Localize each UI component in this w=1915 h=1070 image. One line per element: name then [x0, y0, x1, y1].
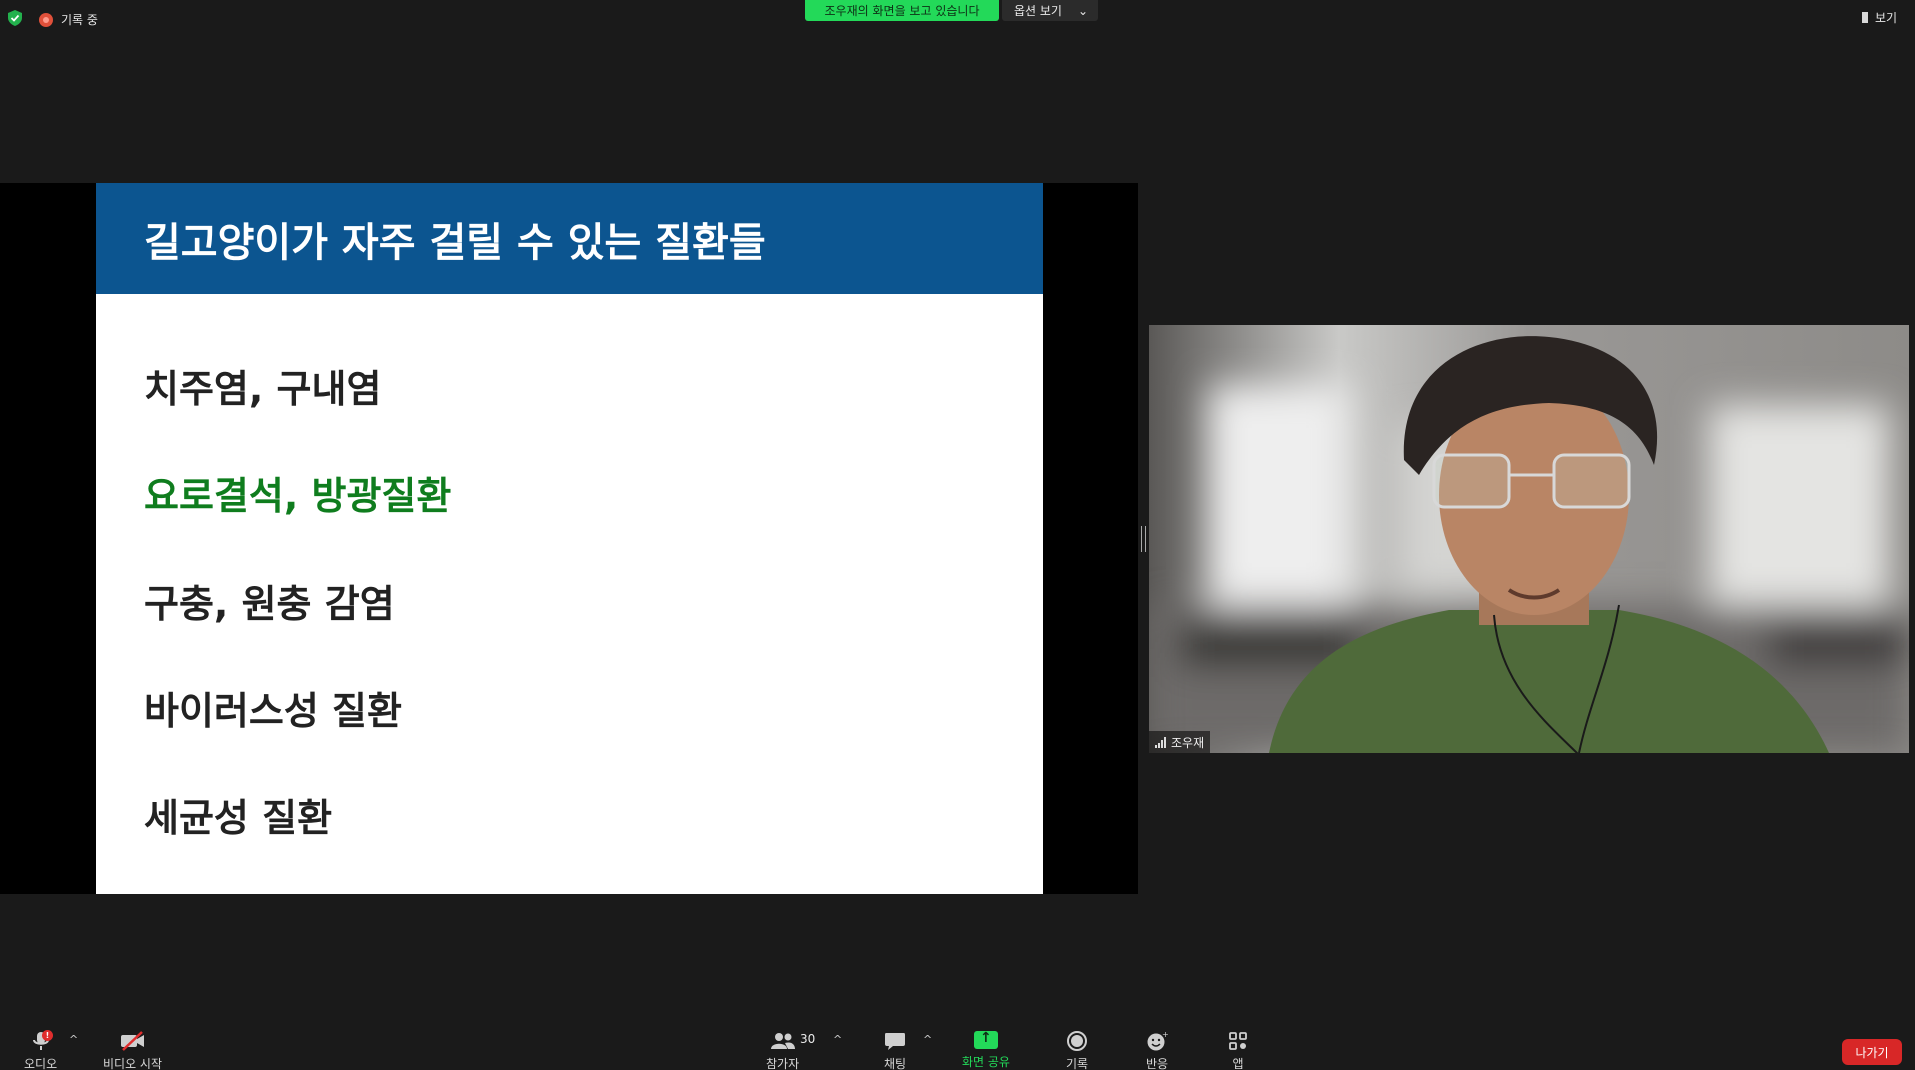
resize-splitter[interactable] — [1141, 526, 1146, 552]
participant-video-image — [1149, 325, 1909, 753]
leave-button[interactable]: 나가기 — [1842, 1039, 1902, 1065]
reactions-button[interactable]: + 반응 — [1146, 1031, 1168, 1070]
people-icon — [770, 1033, 795, 1049]
chat-label: 채팅 — [884, 1057, 907, 1070]
participant-name: 조우재 — [1171, 735, 1205, 750]
slide-item: 치주염, 구내염 — [144, 367, 382, 411]
top-bar: 기록 중 조우재의 화면을 보고 있습니다 옵션 보기 ⌄ 보기 — [0, 0, 1915, 36]
recording-label: 기록 중 — [61, 13, 98, 27]
participants-label: 참가자 — [766, 1057, 800, 1070]
view-options-label: 옵션 보기 — [1014, 4, 1062, 18]
view-label: 보기 — [1875, 11, 1898, 25]
shared-screen: 길고양이가 자주 걸릴 수 있는 질환들 치주염, 구내염 요로결석, 방광질환… — [0, 183, 1138, 894]
presentation-slide: 길고양이가 자주 걸릴 수 있는 질환들 치주염, 구내염 요로결석, 방광질환… — [96, 183, 1043, 894]
slide-item: 구충, 원충 감염 — [144, 582, 395, 626]
record-icon — [1067, 1031, 1088, 1051]
apps-button[interactable]: 앱 — [1228, 1031, 1248, 1070]
signal-strength-icon — [1155, 736, 1166, 748]
emoji-plus-icon: + — [1147, 1031, 1168, 1051]
meeting-window: 기록 중 조우재의 화면을 보고 있습니다 옵션 보기 ⌄ 보기 길고양이가 자… — [0, 0, 1915, 1070]
chevron-down-icon: ⌄ — [1077, 3, 1089, 18]
participants-options-caret[interactable]: ^ — [833, 1033, 842, 1046]
participant-video[interactable] — [1149, 325, 1909, 753]
audio-options-caret[interactable]: ^ — [69, 1033, 78, 1046]
audio-label: 오디오 — [24, 1057, 58, 1070]
record-label: 기록 — [1066, 1057, 1089, 1070]
slide-item: 바이러스성 질환 — [144, 689, 402, 733]
slide-title: 길고양이가 자주 걸릴 수 있는 질환들 — [96, 183, 1043, 294]
audio-warning-badge: ! — [42, 1030, 53, 1041]
start-video-button[interactable]: 비디오 시작 — [103, 1031, 162, 1070]
share-screen-label: 화면 공유 — [962, 1055, 1010, 1069]
chat-bubble-icon — [885, 1033, 906, 1050]
layout-icon — [1862, 12, 1870, 23]
participants-button[interactable]: 참가자 — [766, 1031, 799, 1070]
reactions-label: 반응 — [1146, 1057, 1169, 1070]
recording-indicator[interactable]: 기록 중 — [39, 11, 98, 28]
view-options-button[interactable]: 옵션 보기 ⌄ — [1002, 0, 1098, 21]
slide-item-highlighted: 요로결석, 방광질환 — [144, 474, 452, 518]
start-video-label: 비디오 시작 — [103, 1057, 163, 1070]
video-off-icon — [120, 1031, 144, 1051]
view-button[interactable]: 보기 — [1862, 9, 1897, 26]
chat-button[interactable]: 채팅 — [884, 1031, 906, 1070]
svg-text:+: + — [1162, 1031, 1168, 1039]
chat-options-caret[interactable]: ^ — [923, 1033, 932, 1046]
record-dot-icon — [39, 12, 53, 27]
share-screen-icon — [973, 1030, 998, 1049]
apps-icon — [1229, 1032, 1247, 1050]
slide-item: 세균성 질환 — [144, 796, 333, 840]
record-button[interactable]: 기록 — [1066, 1031, 1088, 1070]
apps-label: 앱 — [1232, 1057, 1244, 1070]
share-screen-button[interactable]: 화면 공유 — [962, 1030, 1010, 1070]
security-shield-icon[interactable] — [8, 10, 22, 26]
screen-share-banner: 조우재의 화면을 보고 있습니다 — [805, 0, 999, 21]
participant-name-tag: 조우재 — [1149, 731, 1211, 753]
participants-count: 30 — [800, 1032, 816, 1046]
meeting-toolbar: 오디오 ! ^ 비디오 시작 참가자 30 ^ 채팅 ^ ↑ 화면 공유 기록 … — [0, 1023, 1915, 1070]
